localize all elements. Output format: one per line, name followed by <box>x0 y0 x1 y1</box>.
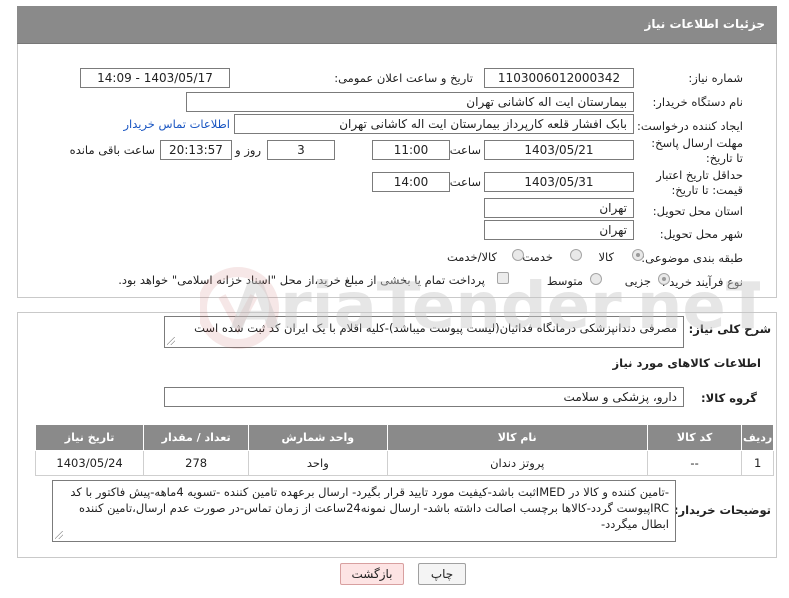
table-row[interactable]: 1 -- پروتز دندان واحد 278 1403/05/24 <box>34 450 774 476</box>
cell-code: -- <box>646 450 743 476</box>
cell-name: پروتز دندان <box>386 450 648 476</box>
announce-label: تاریخ و ساعت اعلان عمومی: <box>334 71 473 85</box>
cell-qty: 278 <box>143 450 250 476</box>
summary-label: شرح کلی نیاز: <box>688 322 771 336</box>
buyer-org-field[interactable]: بیمارستان ایت اله کاشانی تهران <box>186 92 634 112</box>
category-option-service: خدمت <box>522 250 553 264</box>
province-label: استان محل تحویل: <box>652 204 743 218</box>
province-field[interactable]: تهران <box>484 198 634 218</box>
city-label: شهر محل تحویل: <box>659 227 743 241</box>
column-header-unit: واحد شمارش <box>248 424 388 451</box>
process-radio-medium[interactable] <box>590 273 602 285</box>
days-field[interactable]: 3 <box>267 140 335 160</box>
category-label: طبقه بندی موضوعی: <box>641 251 743 265</box>
panel-header: جزئیات اطلاعات نیاز <box>17 6 777 44</box>
cell-row: 1 <box>741 450 774 476</box>
creator-label: ایجاد کننده درخواست: <box>637 119 743 133</box>
deadline-time-label: ساعت <box>449 143 481 157</box>
category-option-goods-service: کالا/خدمت <box>446 250 497 264</box>
back-button[interactable]: بازگشت <box>340 563 404 585</box>
process-option-medium: متوسط <box>546 274 583 288</box>
category-option-goods: کالا <box>598 250 614 264</box>
process-label: نوع فرآیند خرید : <box>661 275 743 289</box>
deadline-label: مهلت ارسال پاسخ: تا تاریخ: <box>651 136 743 165</box>
need-number-field[interactable]: 1103006012000342 <box>484 68 634 88</box>
process-option-minor: جزیی <box>624 274 651 288</box>
validity-date-field[interactable]: 1403/05/31 <box>484 172 634 192</box>
goods-section-title: اطلاعات کالاهای مورد نیاز <box>612 356 761 370</box>
print-button[interactable]: چاپ <box>418 563 466 585</box>
cell-unit: واحد <box>248 450 388 476</box>
payment-note: پرداخت تمام یا بخشی از مبلغ خرید،از محل … <box>118 273 485 287</box>
goods-group-field[interactable]: دارو، پزشکی و سلامت <box>164 387 684 407</box>
remaining-time-field[interactable]: 20:13:57 <box>160 140 232 160</box>
process-radio-minor[interactable] <box>658 273 670 285</box>
validity-time-field[interactable]: 14:00 <box>372 172 450 192</box>
deadline-date-field[interactable]: 1403/05/21 <box>484 140 634 160</box>
goods-group-label: گروه کالا: <box>701 391 757 405</box>
column-header-date: تاریخ نیاز <box>34 424 145 451</box>
city-field[interactable]: تهران <box>484 220 634 240</box>
resize-grip-icon[interactable] <box>167 337 175 345</box>
resize-grip-icon[interactable] <box>55 531 63 539</box>
cell-date: 1403/05/24 <box>34 450 145 476</box>
column-header-qty: تعداد / مقدار <box>143 424 250 451</box>
contact-info-link[interactable]: اطلاعات تماس خریدار <box>123 117 230 131</box>
buyer-notes-label: توضیحات خریدار: <box>673 503 771 517</box>
page-title: جزئیات اطلاعات نیاز <box>644 17 765 31</box>
deadline-time-field[interactable]: 11:00 <box>372 140 450 160</box>
announce-field[interactable]: 1403/05/17 - 14:09 <box>80 68 230 88</box>
days-label: روز و <box>235 143 261 157</box>
buyer-notes-text: -تامین کننده و کالا در IMEDثبت باشد-کیفی… <box>70 485 669 531</box>
column-header-name: نام کالا <box>386 424 648 451</box>
category-radio-service[interactable] <box>570 249 582 261</box>
summary-textarea[interactable]: مصرفی دندانپزشکی درمانگاه فدائیان(لیست پ… <box>164 316 684 348</box>
category-radio-goods-service[interactable] <box>512 249 524 261</box>
buyer-notes-textarea[interactable]: -تامین کننده و کالا در IMEDثبت باشد-کیفی… <box>52 480 676 542</box>
column-header-code: کد کالا <box>646 424 743 451</box>
category-radio-goods[interactable] <box>632 249 644 261</box>
validity-label: حداقل تاریخ اعتبار قیمت: تا تاریخ: <box>656 168 743 197</box>
goods-table: ردیف کد کالا نام کالا واحد شمارش تعداد /… <box>34 424 774 476</box>
treasury-checkbox[interactable] <box>497 272 509 284</box>
remaining-label: ساعت باقی مانده <box>69 143 155 157</box>
column-header-row: ردیف <box>741 424 774 451</box>
need-number-label: شماره نیاز: <box>688 71 743 85</box>
creator-field[interactable]: بابک افشار قلعه کارپرداز بیمارستان ایت ا… <box>234 114 634 134</box>
summary-text: مصرفی دندانپزشکی درمانگاه فدائیان(لیست پ… <box>194 321 677 335</box>
validity-time-label: ساعت <box>449 175 481 189</box>
buyer-org-label: نام دستگاه خریدار: <box>652 95 743 109</box>
